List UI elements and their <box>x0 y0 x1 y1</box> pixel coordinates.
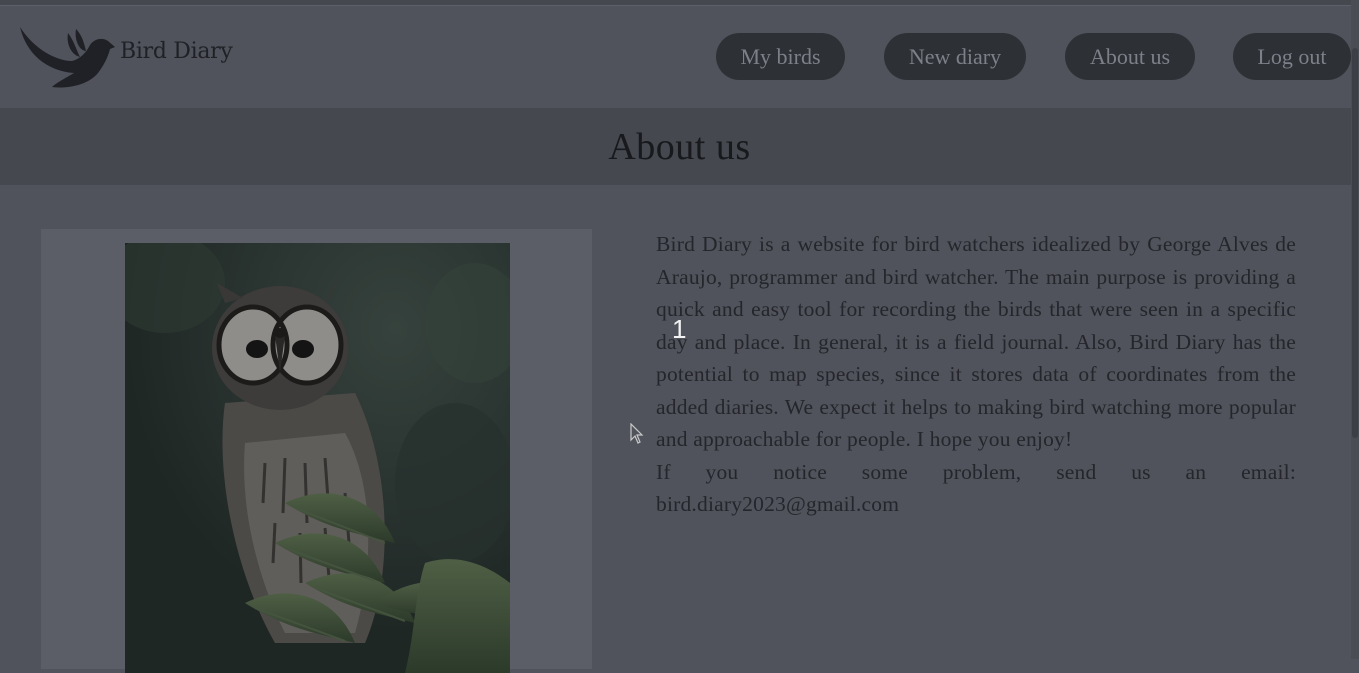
nav-about-us-button[interactable]: About us <box>1065 33 1195 80</box>
scrollbar-thumb[interactable] <box>1352 48 1358 438</box>
step-marker: 1 <box>672 314 687 344</box>
owl-photo <box>125 243 510 673</box>
about-text: Bird Diary is a website for bird watcher… <box>656 228 1296 521</box>
about-paragraph: Bird Diary is a website for bird watcher… <box>656 232 1296 451</box>
nav-my-birds-button[interactable]: My birds <box>716 33 845 80</box>
nav-log-out-button[interactable]: Log out <box>1233 33 1351 80</box>
mouse-pointer-icon <box>630 423 644 444</box>
page-title-band: About us <box>0 108 1359 185</box>
page-title: About us <box>608 125 751 168</box>
contact-paragraph: If you notice some problem, send us an e… <box>656 459 1296 517</box>
bird-logo-icon[interactable] <box>16 23 116 91</box>
brand-name[interactable]: Bird Diary <box>120 39 233 64</box>
site-header: Bird Diary My birds New diary About us L… <box>0 6 1359 108</box>
nav-new-diary-button[interactable]: New diary <box>884 33 1026 80</box>
